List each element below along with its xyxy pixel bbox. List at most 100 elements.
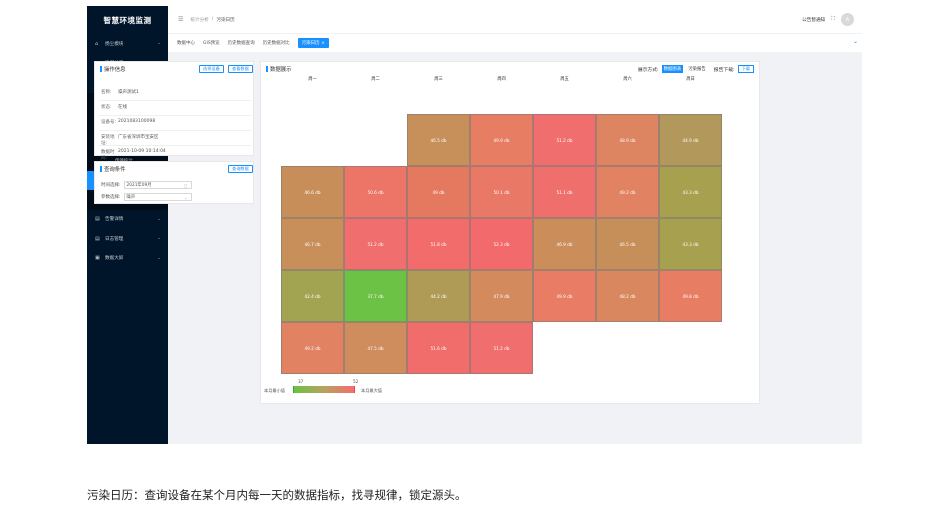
calendar-day-cell[interactable]: 48.2 db: [596, 270, 659, 322]
notice-link[interactable]: 公告暂通知: [802, 17, 825, 23]
time-select-label: 时间选择:: [101, 183, 121, 188]
calendar-day-cell[interactable]: 51.2 db: [470, 322, 533, 374]
sidebar-item-alert-doc[interactable]: ▤ 告警详情 ⌄: [87, 210, 168, 230]
calendar-day-cell[interactable]: 50.1 db: [470, 166, 533, 218]
home-icon: ⌂: [95, 40, 99, 47]
fullscreen-icon[interactable]: ⛶: [831, 16, 835, 23]
chevron-down-icon: ⌄: [157, 216, 161, 222]
info-row-device-id: 设备号: 2021083100098: [101, 119, 156, 125]
sidebar-item-label: 告警详情: [105, 217, 124, 223]
legend-min-label: 本月最小值: [264, 388, 285, 393]
show-chart-option[interactable]: 数据图表: [661, 65, 684, 73]
tag-data-center[interactable]: 数据中心: [177, 40, 195, 46]
sidebar-item-label: 日志管理: [105, 236, 124, 242]
sidebar-item-home[interactable]: ⌂ 扬尘模块 ⌄: [87, 34, 168, 54]
color-legend: 37 52 本月最小值 本月最大值: [264, 379, 464, 399]
query-condition-panel: 查询条件 查询数据 时间选择: 2021年09月 ▢ 参数选择: 噪声 ⌄: [94, 161, 254, 204]
sidebar-item-log[interactable]: ▤ 日志管理 ⌄: [87, 229, 168, 249]
sidebar-item-label: 扬尘模块: [105, 41, 124, 47]
report-download-label: 报告下载:: [713, 67, 735, 73]
calendar-day-cell[interactable]: 43.3 db: [659, 166, 722, 218]
breadcrumb: 统计分析 / 污染日历: [190, 17, 234, 23]
chevron-down-icon: ⌄: [157, 41, 161, 47]
page-caption: 污染日历：查询设备在某个月内每一天的数据指标，找寻规律，锁定源头。: [87, 488, 467, 502]
param-select-label: 参数选择:: [101, 195, 121, 200]
calendar-day-cell[interactable]: 46.6 db: [281, 166, 344, 218]
tag-gis-preview[interactable]: GIS预览: [203, 40, 220, 46]
log-icon: ▤: [95, 235, 100, 242]
view-data-button[interactable]: 查看数据: [228, 65, 253, 73]
weekday-header: 周六: [623, 77, 632, 82]
weekday-header: 周五: [560, 77, 569, 82]
calendar-day-cell[interactable]: 46.7 db: [281, 218, 344, 270]
chevron-down-icon: ⌄: [157, 236, 161, 242]
query-condition-title: 查询条件: [104, 167, 126, 173]
month-picker[interactable]: 2021年09月 ▢: [123, 181, 192, 189]
calendar-day-cell[interactable]: 44.9 db: [659, 114, 722, 166]
alert-doc-icon: ▤: [95, 216, 100, 223]
param-select[interactable]: 噪声 ⌄: [123, 193, 192, 201]
legend-min-value: 37: [298, 379, 304, 384]
calendar-day-cell[interactable]: 49 db: [407, 166, 470, 218]
operation-info-panel: 操作信息 选择设备 查看数据 名称: 噪声测试1 状态: 在线 设备号: 202108…: [94, 61, 254, 161]
calendar-day-cell[interactable]: 51.1 db: [533, 166, 596, 218]
calendar-day-cell[interactable]: 51.2 db: [344, 218, 407, 270]
top-header: ☰ 统计分析 / 污染日历 公告暂通知 ⛶ A: [168, 6, 862, 33]
calendar-day-cell[interactable]: 51.8 db: [407, 218, 470, 270]
info-row-data-time: 数据时间: 2021-10-09 10:14:04: [101, 149, 166, 161]
calendar-day-cell[interactable]: 46.5 db: [407, 114, 470, 166]
info-row-name: 名称: 噪声测试1: [101, 90, 139, 95]
avatar[interactable]: A: [841, 13, 854, 26]
calendar-day-cell[interactable]: 49.2 db: [596, 166, 659, 218]
tag-bar: 数据中心 GIS预览 历史数据查询 历史数据对比 污染日历 × ⌄: [168, 34, 862, 52]
download-button[interactable]: 下载: [737, 65, 754, 73]
data-display-title: 数据展示: [270, 67, 292, 73]
breadcrumb-parent[interactable]: 统计分析: [190, 17, 208, 23]
data-display-panel: 数据展示 展示方式: 数据图表 污染报告 报告下载: 下载 周一 周二 周三 周四 周五…: [260, 61, 760, 404]
calendar-icon: ▢: [183, 182, 188, 188]
tag-history-query[interactable]: 历史数据查询: [228, 40, 255, 46]
calendar-day-cell[interactable]: 49.8 db: [659, 270, 722, 322]
calendar-day-cell[interactable]: 42.4 db: [281, 270, 344, 322]
sidebar-item-screen[interactable]: ▣ 数据大屏 ⌄: [87, 249, 168, 269]
sidebar-item-label: 数据大屏: [105, 256, 124, 262]
info-row-status: 状态: 在线: [101, 105, 127, 110]
calendar-day-cell[interactable]: 52.3 db: [470, 218, 533, 270]
legend-gradient-bar[interactable]: [293, 386, 355, 393]
tag-pollution-calendar[interactable]: 污染日历 ×: [297, 38, 329, 48]
calendar-day-cell[interactable]: 49.2 db: [281, 322, 344, 374]
legend-max-value: 52: [353, 379, 359, 384]
tag-history-compare[interactable]: 历史数据对比: [263, 40, 290, 46]
show-mode-label: 展示方式:: [637, 67, 659, 73]
calendar-day-cell[interactable]: 47.5 db: [344, 322, 407, 374]
weekday-header: 周四: [497, 77, 506, 82]
calendar-day-cell[interactable]: 47.9 db: [470, 270, 533, 322]
calendar-day-cell[interactable]: 43.3 db: [659, 218, 722, 270]
calendar-day-cell[interactable]: 37.7 db: [344, 270, 407, 322]
breadcrumb-current: 污染日历: [216, 17, 235, 23]
chevron-down-icon: ⌄: [157, 255, 161, 261]
calendar-day-cell[interactable]: 49.9 db: [533, 270, 596, 322]
show-report-option[interactable]: 污染报告: [686, 65, 708, 73]
weekday-header: 周日: [686, 77, 695, 82]
calendar-day-cell[interactable]: 44.2 db: [407, 270, 470, 322]
brand-title: 智慧环境监测: [103, 15, 152, 25]
weekday-header: 周三: [434, 77, 443, 82]
chevron-down-icon: ⌄: [184, 194, 188, 200]
calendar-day-cell[interactable]: 46.9 db: [533, 218, 596, 270]
menu-toggle-icon[interactable]: ☰: [178, 16, 183, 23]
select-device-button[interactable]: 选择设备: [199, 65, 224, 73]
calendar-day-cell[interactable]: 50.6 db: [344, 166, 407, 218]
calendar-day-cell[interactable]: 51.2 db: [533, 114, 596, 166]
calendar-day-cell[interactable]: 49.9 db: [470, 114, 533, 166]
breadcrumb-separator: /: [211, 16, 214, 22]
calendar-day-cell[interactable]: 48.9 db: [596, 114, 659, 166]
query-data-button[interactable]: 查询数据: [228, 165, 253, 173]
calendar-day-cell[interactable]: 51.6 db: [407, 322, 470, 374]
pollution-calendar-grid: 46.5 db 49.9 db 51.2 db 48.9 db 44.9 db 46.6 …: [281, 114, 722, 374]
weekday-header: 周二: [371, 77, 380, 82]
operation-info-title: 操作信息: [104, 67, 126, 73]
screen-icon: ▣: [95, 255, 100, 262]
calendar-day-cell[interactable]: 46.5 db: [596, 218, 659, 270]
chevron-down-icon[interactable]: ⌄: [853, 38, 858, 45]
